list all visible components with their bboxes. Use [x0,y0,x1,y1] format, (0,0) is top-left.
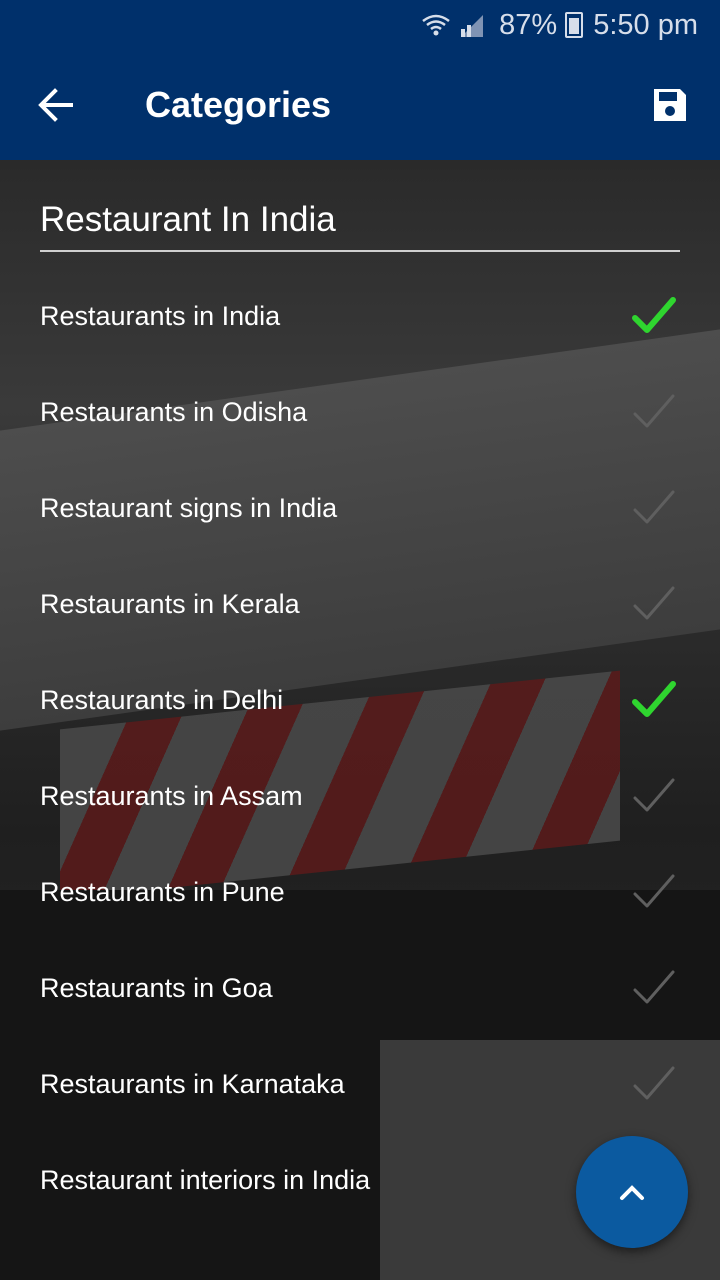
list-item-label: Restaurants in Goa [40,972,273,1003]
save-button[interactable] [642,77,698,133]
list-item-label: Restaurants in Assam [40,780,303,811]
checkmark-icon[interactable] [628,674,680,726]
list-item[interactable]: Restaurant signs in India [0,460,720,556]
wifi-icon [422,14,450,36]
list-item[interactable]: Restaurants in Pune [0,844,720,940]
status-icons [421,13,485,37]
list-item[interactable]: Restaurants in Karnataka [0,1036,720,1132]
battery-percent: 87% [499,8,558,41]
checkmark-icon[interactable] [628,386,680,438]
checkmark-icon[interactable] [628,1058,680,1110]
list-item-label: Restaurants in India [40,300,281,331]
arrow-back-icon [38,88,73,122]
status-bar: 87% 5:50 pm [0,0,720,50]
list-item-label: Restaurants in Odisha [40,396,308,427]
list-item[interactable]: Restaurants in India [0,268,720,364]
list-item[interactable]: Restaurants in Goa [0,940,720,1036]
chevron-up-icon [620,1185,644,1200]
checkmark-icon[interactable] [628,482,680,534]
save-icon [654,89,686,121]
list-item-label: Restaurant interiors in India [40,1164,371,1195]
list-item[interactable]: Restaurants in Delhi [0,652,720,748]
page-title: Categories [145,84,332,125]
battery-icon [565,12,584,38]
checkmark-icon[interactable] [628,866,680,918]
list-item-label: Restaurants in Karnataka [40,1068,345,1099]
list-item-label: Restaurants in Pune [40,876,285,907]
list-item[interactable]: Restaurants in Assam [0,748,720,844]
list-item-label: Restaurant signs in India [40,492,338,523]
category-header: Restaurant In India [40,200,680,252]
back-button[interactable] [0,50,110,160]
scroll-top-button[interactable] [576,1136,688,1248]
category-list: Restaurants in India Restaurants in Odish… [0,268,720,1228]
list-item-label: Restaurants in Kerala [40,588,300,619]
signal-icon [461,15,484,37]
list-item[interactable]: Restaurants in Kerala [0,556,720,652]
list-item[interactable]: Restaurants in Odisha [0,364,720,460]
checkmark-icon[interactable] [628,962,680,1014]
list-item-label: Restaurants in Delhi [40,684,284,715]
app-bar: Categories [0,50,720,160]
checkmark-icon[interactable] [628,770,680,822]
clock: 5:50 pm [593,8,698,41]
checkmark-icon[interactable] [628,290,680,342]
checkmark-icon[interactable] [628,578,680,630]
